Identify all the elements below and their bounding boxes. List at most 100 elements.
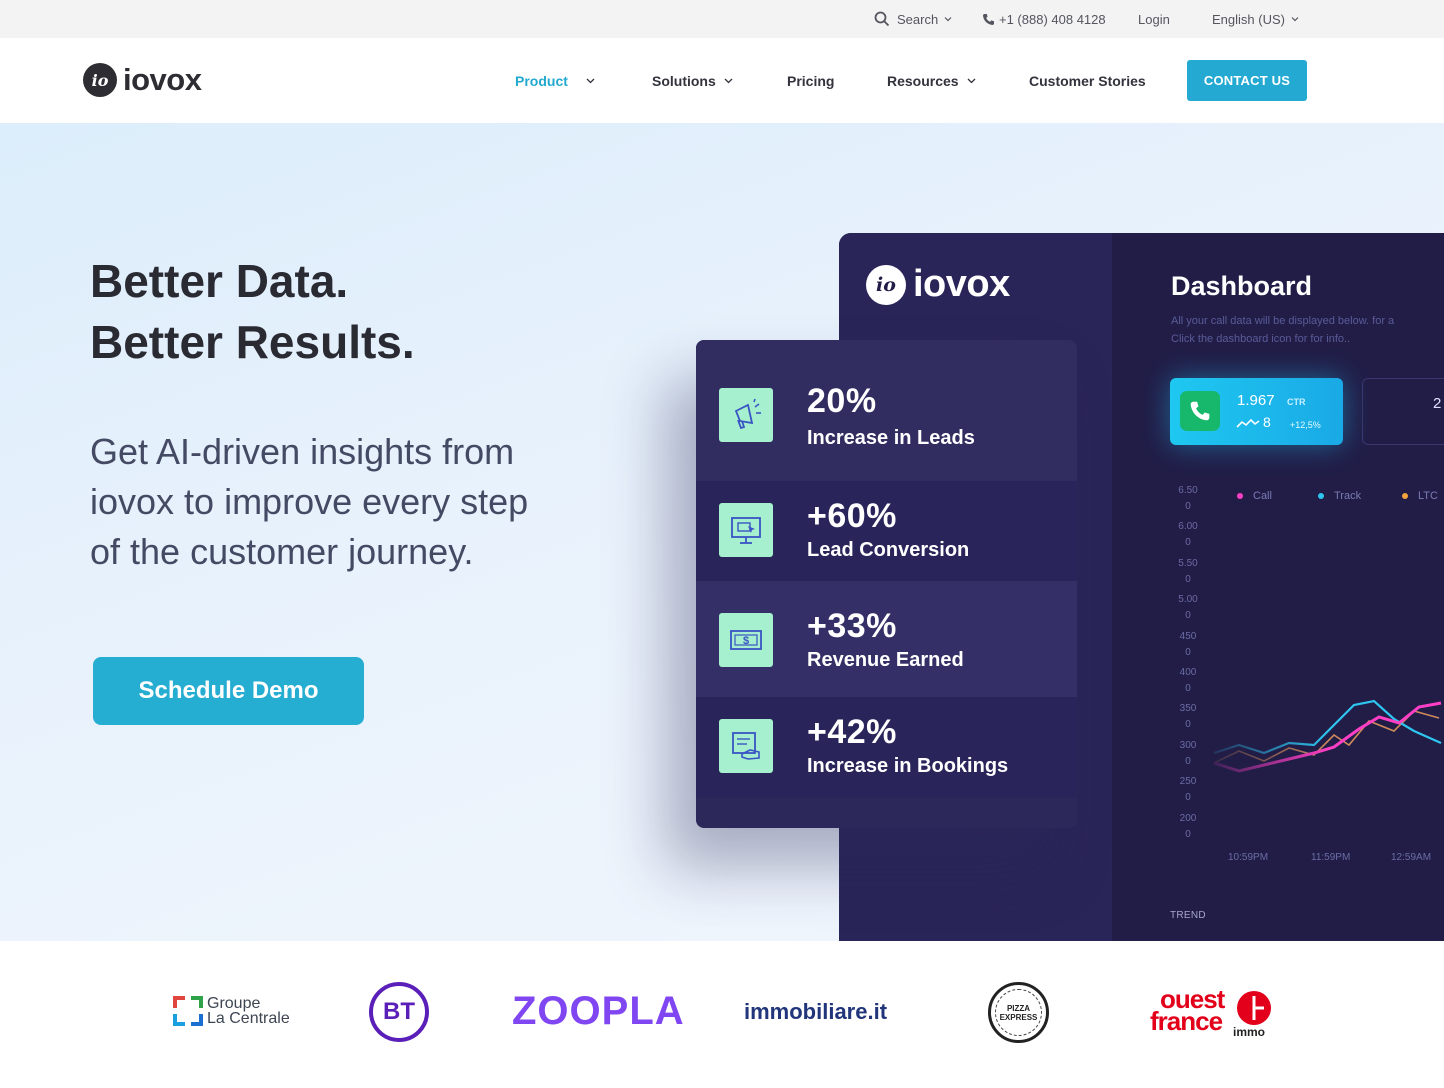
- ctr-card: 1.967 CTR 8 +12,5%: [1170, 378, 1343, 445]
- logo-badge: io: [83, 63, 117, 97]
- bt-logo: BT: [369, 982, 429, 1042]
- iovox-logo[interactable]: io iovox: [83, 62, 202, 98]
- nav-item-product[interactable]: Product: [515, 38, 595, 123]
- dashboard-description-line-1: All your call data will be displayed bel…: [1171, 315, 1395, 327]
- calendar-hand-icon: [719, 719, 773, 773]
- y-tick-subvalue: 0: [1185, 719, 1191, 731]
- chevron-down-icon: [1291, 17, 1299, 22]
- secondary-metric-value: 2: [1433, 395, 1442, 412]
- phone-link[interactable]: +1 (888) 408 4128: [982, 0, 1106, 38]
- x-tick: 11:59PM: [1311, 852, 1351, 863]
- main-nav: io iovox Product Solutions Pricing Resou…: [0, 38, 1444, 123]
- ctr-value: 1.967: [1237, 392, 1275, 409]
- y-tick-subvalue: 0: [1185, 573, 1191, 585]
- contact-us-button[interactable]: CONTACT US: [1187, 60, 1307, 101]
- stat-revenue: $ +33% Revenue Earned: [696, 581, 1077, 697]
- y-tick-value: 250: [1179, 776, 1197, 788]
- y-tick: 450 0: [1173, 629, 1203, 661]
- stat-value: +60%: [807, 497, 897, 535]
- la-centrale-mark-icon: [173, 996, 203, 1026]
- stat-leads: 20% Increase in Leads: [696, 340, 1077, 481]
- monitor-cursor-icon: [719, 503, 773, 557]
- chevron-down-icon: [586, 78, 595, 84]
- y-tick-value: 5.50: [1178, 557, 1198, 569]
- stat-label: Increase in Bookings: [807, 755, 1009, 777]
- language-select[interactable]: English (US): [1212, 0, 1299, 38]
- legend-track-label: Track: [1334, 490, 1362, 502]
- legend-call: Call: [1237, 490, 1272, 502]
- legend-track-dot: [1318, 493, 1324, 499]
- utility-bar: Search +1 (888) 408 4128 Login English (…: [0, 0, 1444, 38]
- y-tick: 5.00 0: [1173, 592, 1203, 624]
- logo-wordmark: iovox: [123, 62, 202, 97]
- nav-item-label: Pricing: [787, 72, 835, 89]
- nav-item-resources[interactable]: Resources: [887, 38, 976, 123]
- hero-title-line-1: Better Data.: [90, 255, 349, 307]
- stat-value: +33%: [807, 607, 897, 645]
- hero-section: Better Data. Better Results. Get AI-driv…: [0, 123, 1444, 941]
- hero-subtitle-line-2: iovox to improve every step: [90, 481, 529, 522]
- search-toggle[interactable]: Search: [874, 0, 952, 38]
- dashboard-description-line-2: Click the dashboard icon for for info..: [1171, 333, 1351, 345]
- stats-panel: 20% Increase in Leads +60% Lead Conversi…: [696, 340, 1077, 828]
- y-tick: 5.50 0: [1173, 556, 1203, 588]
- stat-label: Increase in Leads: [807, 427, 975, 449]
- dashboard-logo: io iovox: [866, 263, 1010, 306]
- ctr-spark-value: 8: [1263, 414, 1271, 430]
- y-tick-value: 350: [1179, 703, 1197, 715]
- trend-chart: [1209, 673, 1444, 813]
- y-tick-subvalue: 0: [1185, 828, 1191, 840]
- stat-label: Revenue Earned: [807, 649, 964, 671]
- hero-subtitle-line-1: Get AI-driven insights from: [90, 431, 515, 472]
- legend-ltc-label: LTC: [1418, 490, 1438, 502]
- customer-logos: Groupe La Centrale BT ZOOPLA immobiliare…: [0, 941, 1444, 1088]
- nav-item-label: Solutions: [652, 72, 716, 89]
- stat-label: Lead Conversion: [807, 539, 970, 561]
- search-icon: [874, 11, 890, 27]
- y-tick: 6.50 0: [1173, 483, 1203, 515]
- y-tick-value: 5.00: [1178, 594, 1198, 606]
- legend-ltc: LTC: [1402, 490, 1438, 502]
- x-tick: 10:59PM: [1228, 852, 1269, 863]
- ouest-france-circle-icon: [1237, 991, 1271, 1025]
- groupe-text: Groupe: [207, 995, 261, 1012]
- trend-label: TREND: [1170, 910, 1206, 921]
- chevron-down-icon: [724, 78, 733, 84]
- hero-title-line-2: Better Results.: [90, 316, 415, 368]
- y-tick: 200 0: [1173, 811, 1203, 843]
- dollar-bill-icon: $: [719, 613, 773, 667]
- immo-text: immo: [1233, 1025, 1266, 1039]
- login-link[interactable]: Login: [1138, 0, 1170, 38]
- nav-item-solutions[interactable]: Solutions: [652, 38, 733, 123]
- y-tick-value: 450: [1179, 630, 1197, 642]
- phone-number: +1 (888) 408 4128: [999, 11, 1106, 27]
- y-tick-subvalue: 0: [1185, 646, 1191, 658]
- legend-track: Track: [1318, 490, 1361, 502]
- nav-item-customer-stories[interactable]: Customer Stories: [1029, 38, 1146, 123]
- france-text: france: [1150, 1006, 1223, 1036]
- dashboard-logo-wordmark: iovox: [913, 263, 1010, 305]
- y-tick-value: 200: [1179, 812, 1197, 824]
- dashboard-logo-badge: io: [866, 264, 906, 305]
- y-tick-value: 400: [1179, 667, 1197, 678]
- dashboard-title: Dashboard: [1171, 271, 1313, 301]
- y-tick: 6.00 0: [1173, 519, 1203, 551]
- immobiliare-logo: immobiliare.it: [744, 999, 888, 1024]
- ctr-change: +12,5%: [1290, 420, 1321, 430]
- chevron-down-icon: [967, 78, 976, 84]
- chevron-down-icon: [944, 17, 952, 22]
- stat-value: 20%: [807, 382, 877, 420]
- ctr-label: CTR: [1287, 397, 1306, 407]
- y-tick-subvalue: 0: [1185, 610, 1191, 622]
- legend-call-dot: [1237, 493, 1243, 499]
- nav-item-pricing[interactable]: Pricing: [787, 38, 834, 123]
- legend-call-label: Call: [1253, 490, 1272, 502]
- phone-icon: [1180, 391, 1220, 431]
- legend-ltc-dot: [1402, 493, 1408, 499]
- y-tick-subvalue: 0: [1185, 755, 1191, 767]
- y-tick: 400 0: [1173, 665, 1203, 697]
- phone-icon: [983, 13, 994, 25]
- nav-item-label: Product: [515, 72, 568, 89]
- svg-text:$: $: [743, 635, 749, 647]
- schedule-demo-button[interactable]: Schedule Demo: [93, 657, 364, 725]
